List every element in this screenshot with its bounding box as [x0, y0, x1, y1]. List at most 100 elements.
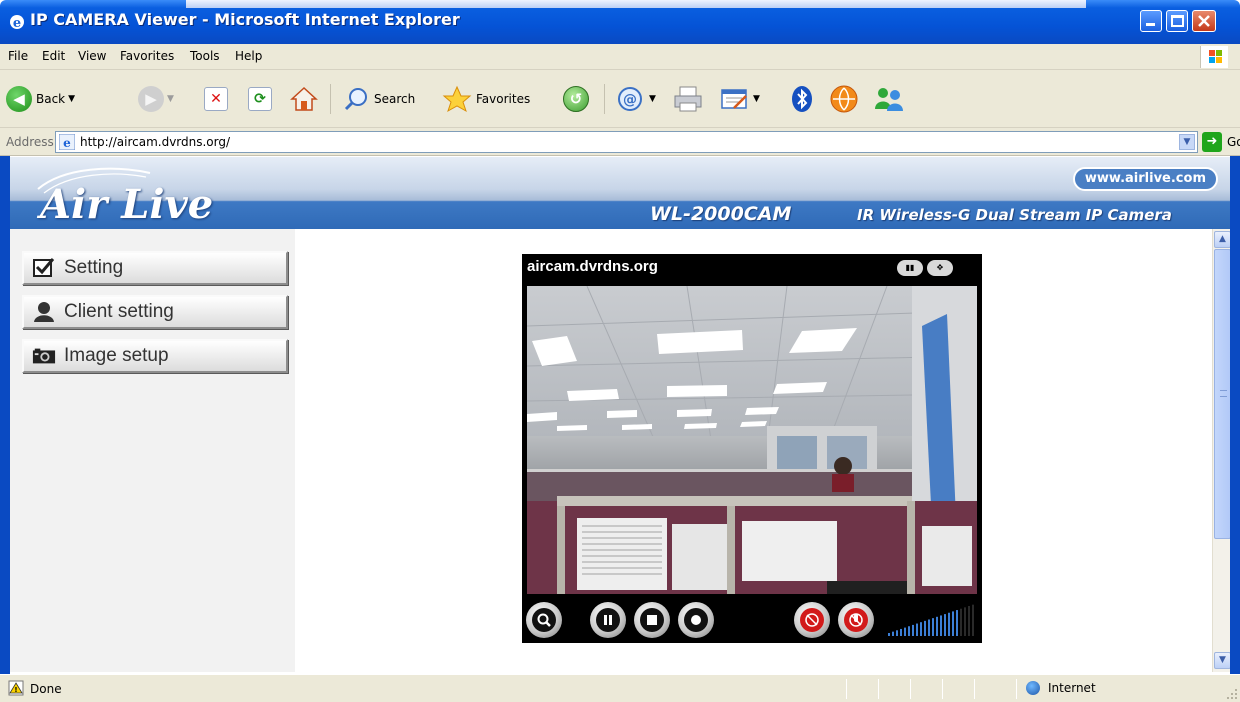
back-arrow-icon: ◀ — [6, 86, 32, 112]
standard-toolbar: ◀ Back ▼ ▶ ▼ ✕ ⟳ Search Favorites ↺ @ ▼ … — [0, 70, 1240, 128]
scroll-down-button[interactable]: ▼ — [1214, 652, 1230, 669]
svg-text:!: ! — [14, 686, 17, 694]
volume-bar — [972, 604, 974, 636]
dropdown-arrow-icon: ▼ — [753, 94, 760, 104]
home-button[interactable] — [290, 84, 318, 114]
volume-meter[interactable] — [886, 604, 976, 638]
window-frame-right — [1230, 156, 1240, 674]
pause-button[interactable] — [590, 602, 626, 638]
security-zone: Internet — [1026, 681, 1096, 695]
edit-page-icon — [721, 89, 747, 109]
website-link[interactable]: www.airlive.com — [1072, 167, 1218, 191]
menu-tools[interactable]: Tools — [190, 49, 220, 63]
address-url: http://aircam.dvrdns.org/ — [80, 135, 231, 149]
search-button[interactable]: Search — [344, 84, 415, 114]
microphone-muted-icon — [844, 608, 868, 632]
forward-arrow-icon: ▶ — [138, 86, 164, 112]
menu-bar: File Edit View Favorites Tools Help — [0, 44, 1240, 70]
camera-caption: aircam.dvrdns.org — [527, 258, 658, 275]
stop-square-icon — [640, 608, 664, 632]
zoom-button[interactable] — [526, 602, 562, 638]
internet-globe-icon — [1026, 681, 1040, 695]
favorites-button[interactable]: Favorites — [442, 84, 530, 114]
record-button[interactable] — [678, 602, 714, 638]
menu-help[interactable]: Help — [235, 49, 262, 63]
mute-mic-button[interactable] — [838, 602, 874, 638]
forward-button[interactable]: ▶ ▼ — [138, 84, 174, 114]
toolbar-separator — [330, 84, 331, 114]
go-arrow-icon: ➜ — [1202, 132, 1222, 152]
address-dropdown-icon[interactable]: ▼ — [1179, 134, 1195, 150]
page-icon: e — [59, 134, 75, 150]
menu-edit[interactable]: Edit — [42, 49, 65, 63]
go-button[interactable]: ➜ Go — [1202, 132, 1240, 152]
volume-bar — [928, 619, 930, 636]
windows-logo-icon — [1200, 46, 1228, 68]
window-title-bar: e IP CAMERA Viewer - Microsoft Internet … — [0, 0, 1240, 44]
refresh-button[interactable]: ⟳ — [248, 84, 272, 114]
status-divider — [942, 679, 943, 699]
camera-video-feed[interactable] — [527, 286, 977, 594]
vertical-scrollbar[interactable]: ▲ ▼ — [1212, 229, 1230, 672]
mail-icon: @ — [618, 87, 642, 111]
volume-bar — [924, 620, 926, 636]
address-bar: Address e http://aircam.dvrdns.org/ ▼ ➜ … — [0, 128, 1240, 156]
volume-bar — [932, 618, 934, 636]
svg-text:@: @ — [623, 92, 637, 108]
page-status-icon: ! — [8, 680, 24, 696]
mute-speaker-button[interactable] — [794, 602, 830, 638]
scroll-thumb[interactable] — [1214, 249, 1230, 539]
window-title: IP CAMERA Viewer - Microsoft Internet Ex… — [30, 10, 460, 29]
stop-button[interactable]: ✕ — [204, 84, 228, 114]
address-input[interactable]: e http://aircam.dvrdns.org/ ▼ — [55, 131, 1198, 153]
svg-text:e: e — [13, 16, 21, 31]
dropdown-arrow-icon: ▼ — [649, 94, 656, 104]
volume-bar — [936, 616, 938, 636]
address-label: Address — [6, 135, 54, 149]
model-description: IR Wireless-G Dual Stream IP Camera — [857, 206, 1172, 224]
window-frame-left — [0, 156, 10, 674]
model-name: WL-2000CAM — [650, 203, 792, 225]
stop-video-button[interactable] — [634, 602, 670, 638]
ie-icon: e — [10, 15, 24, 31]
toolbar-separator — [604, 84, 605, 114]
history-icon: ↺ — [563, 86, 589, 112]
back-button[interactable]: ◀ Back ▼ — [6, 84, 75, 114]
history-button[interactable]: ↺ — [563, 84, 589, 114]
favorites-label: Favorites — [476, 92, 531, 106]
image-setup-button[interactable]: Image setup — [22, 339, 288, 373]
snapshot-button[interactable]: ▮▮ — [897, 260, 923, 276]
airlive-logo: Air Live — [40, 181, 214, 228]
menu-view[interactable]: View — [78, 49, 106, 63]
fullscreen-icon: ✥ — [936, 263, 944, 272]
client-setting-label: Client setting — [64, 301, 174, 322]
resize-grip-icon[interactable] — [1226, 688, 1238, 700]
refresh-icon: ⟳ — [248, 87, 272, 111]
minimize-button[interactable] — [1140, 10, 1162, 32]
close-button[interactable] — [1192, 10, 1216, 32]
menu-favorites[interactable]: Favorites — [120, 49, 174, 63]
snapshot-icon: ▮▮ — [905, 263, 915, 272]
status-bar: ! Done Internet — [0, 674, 1240, 702]
messenger-alt-button[interactable] — [829, 84, 859, 114]
user-icon — [32, 301, 56, 323]
volume-bar — [908, 626, 910, 636]
client-setting-button[interactable]: Client setting — [22, 295, 288, 329]
printer-icon — [674, 86, 702, 112]
fullscreen-button[interactable]: ✥ — [927, 260, 953, 276]
volume-bar — [916, 623, 918, 636]
setting-button[interactable]: Setting — [22, 251, 288, 285]
messenger-button[interactable] — [872, 84, 906, 114]
pause-icon — [596, 608, 620, 632]
page-content: Air Live www.airlive.com WL-2000CAM IR W… — [10, 157, 1230, 672]
scroll-up-button[interactable]: ▲ — [1214, 231, 1230, 248]
menu-file[interactable]: File — [8, 49, 28, 63]
volume-bar — [900, 628, 902, 636]
edit-button[interactable]: ▼ — [720, 84, 760, 114]
mail-button[interactable]: @ ▼ — [616, 84, 656, 114]
print-button[interactable] — [672, 84, 704, 114]
stop-icon: ✕ — [204, 87, 228, 111]
maximize-button[interactable] — [1166, 10, 1188, 32]
search-label: Search — [374, 92, 416, 106]
bluetooth-button[interactable] — [790, 84, 814, 114]
